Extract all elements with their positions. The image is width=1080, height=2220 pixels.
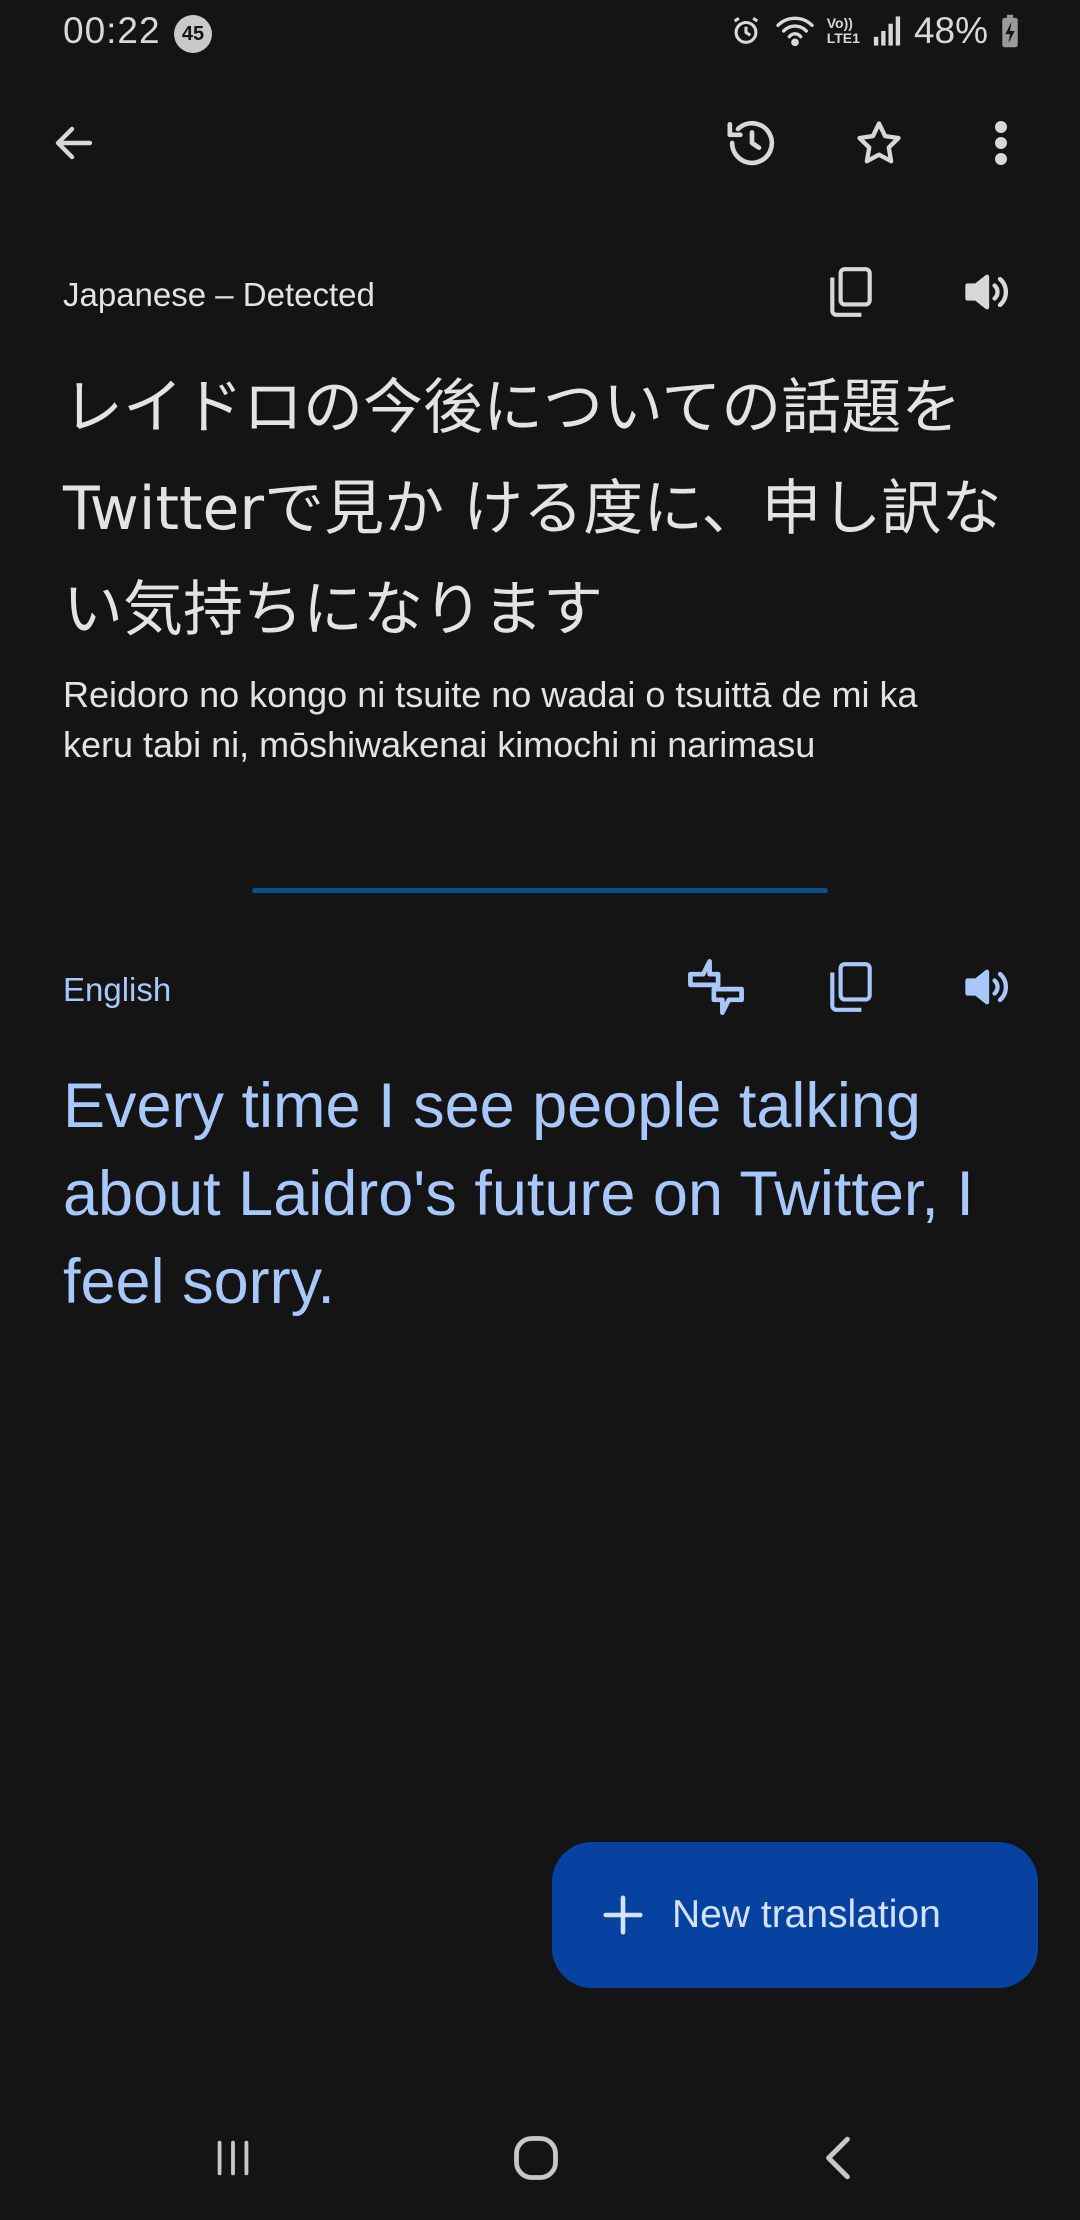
volume-icon: [961, 961, 1013, 1018]
recent-apps-icon: [210, 2135, 256, 2186]
alternatives-button[interactable]: [680, 953, 752, 1025]
section-divider: [252, 888, 828, 893]
copy-icon: [826, 960, 876, 1019]
status-time: 00:22: [63, 10, 161, 51]
volte-line1: Vo)): [826, 15, 853, 31]
saved-button[interactable]: [839, 105, 919, 185]
wifi-icon: [775, 14, 815, 48]
target-language-label[interactable]: English: [63, 971, 171, 1009]
notification-count-badge: 45: [174, 15, 212, 53]
history-icon: [724, 115, 780, 176]
system-back-button[interactable]: [779, 2110, 899, 2210]
chevron-left-icon: [817, 2133, 861, 2188]
arrow-back-icon: [50, 119, 98, 172]
listen-translation-button[interactable]: [951, 953, 1023, 1025]
new-translation-button[interactable]: New translation: [552, 1842, 1038, 1988]
source-language-label[interactable]: Japanese – Detected: [63, 276, 375, 314]
more-options-button[interactable]: [961, 105, 1041, 185]
status-bar: 00:22 45 Vo)) LTE1 48%: [0, 0, 1080, 70]
status-icons: Vo)) LTE1 48%: [729, 10, 1020, 52]
copy-icon: [826, 265, 876, 324]
alarm-icon: [729, 14, 763, 48]
copy-translation-button[interactable]: [815, 953, 887, 1025]
translation-text[interactable]: Every time I see people talking about La…: [63, 1062, 1023, 1326]
plus-icon: [600, 1892, 646, 1938]
swap-alternatives-icon: [684, 956, 748, 1023]
volte-line2: LTE1: [826, 30, 860, 46]
history-button[interactable]: [712, 105, 792, 185]
home-icon: [510, 2132, 562, 2189]
source-language-row: Japanese – Detected: [63, 258, 1023, 328]
new-translation-label: New translation: [672, 1893, 941, 1936]
system-navigation-bar: [0, 2110, 1080, 2210]
recent-apps-button[interactable]: [173, 2110, 293, 2210]
home-button[interactable]: [476, 2110, 596, 2210]
source-text[interactable]: レイドロの今後についての話題をTwitterで見か ける度に、申し訳ない気持ちに…: [63, 358, 1023, 661]
source-romanization: Reidoro no kongo ni tsuite no wadai o ts…: [63, 674, 918, 765]
listen-source-button[interactable]: [951, 258, 1023, 330]
target-language-row: English: [63, 953, 1023, 1023]
battery-percentage: 48%: [913, 10, 988, 51]
top-app-bar: [0, 105, 1080, 185]
back-button[interactable]: [34, 105, 114, 185]
battery-charging-icon: [1000, 14, 1020, 48]
star-outline-icon: [853, 117, 905, 174]
volte-indicator: Vo)) LTE1: [827, 16, 860, 46]
copy-source-button[interactable]: [815, 258, 887, 330]
more-vert-icon: [993, 119, 1009, 172]
signal-icon: [872, 15, 902, 47]
volume-icon: [961, 266, 1013, 323]
